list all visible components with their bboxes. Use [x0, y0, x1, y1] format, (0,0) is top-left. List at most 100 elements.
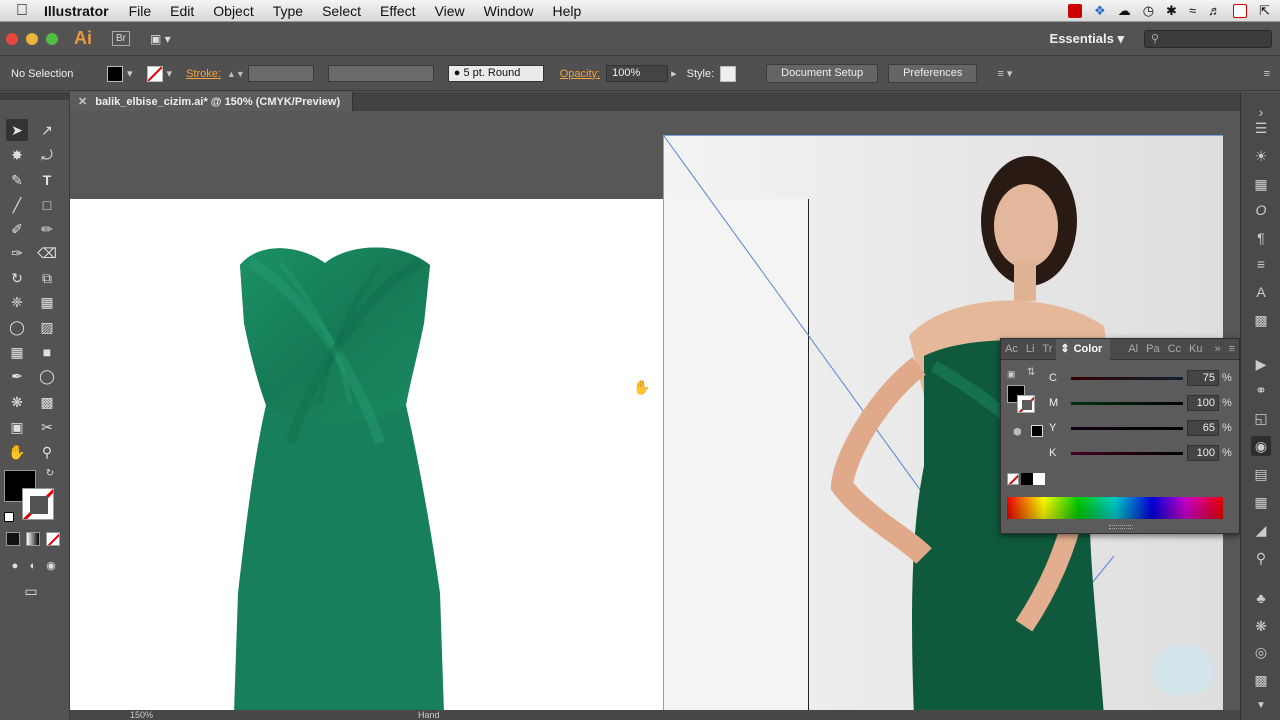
appearance-icon[interactable]: ☀	[1251, 146, 1271, 166]
cyan-track[interactable]	[1071, 376, 1183, 380]
menu-file[interactable]: File	[129, 3, 152, 19]
color-spectrum[interactable]	[1007, 497, 1223, 519]
workspace-switcher[interactable]: Essentials ▾	[1050, 31, 1124, 47]
stroke-label[interactable]: Stroke:	[186, 68, 221, 80]
draw-inside-icon[interactable]: ◉	[40, 555, 62, 577]
apple-menu-icon[interactable]: 	[0, 2, 44, 20]
menu-edit[interactable]: Edit	[170, 3, 194, 19]
slice-tool-icon[interactable]: ✂	[36, 416, 58, 438]
yellow-track[interactable]	[1071, 426, 1183, 430]
panel-expand-icon[interactable]: »	[1210, 343, 1224, 355]
actions-icon[interactable]: ▶	[1251, 354, 1271, 374]
menu-window[interactable]: Window	[484, 3, 534, 19]
zoom-level-field[interactable]: 150%	[130, 710, 153, 720]
direct-selection-tool-icon[interactable]: ↗	[36, 119, 58, 141]
glyphs-icon[interactable]: ▦	[1251, 174, 1271, 194]
toolbox-header[interactable]	[0, 92, 70, 100]
document-tab[interactable]: ✕ balik_elbise_cizim.ai* @ 150% (CMYK/Pre…	[70, 92, 354, 111]
default-colors-icon[interactable]	[4, 512, 14, 522]
layers-icon[interactable]: ☰	[1251, 118, 1271, 138]
cyan-slider[interactable]: C 75 %	[1049, 369, 1239, 387]
black-color-swatch[interactable]	[1021, 473, 1033, 485]
black-value-field[interactable]: 100	[1187, 445, 1219, 461]
menu-app-name[interactable]: Illustrator	[44, 3, 109, 19]
align-panel-icon[interactable]: ▤	[1251, 464, 1271, 484]
preferences-button[interactable]: Preferences	[888, 64, 978, 83]
tab-kuler[interactable]: Ku	[1185, 343, 1206, 355]
flag-icon[interactable]	[1233, 3, 1248, 18]
type-tool-icon[interactable]: T	[36, 169, 58, 191]
graphic-styles-icon[interactable]: ◎	[1251, 642, 1271, 662]
tab-pathfinder[interactable]: Pa	[1142, 343, 1163, 355]
yellow-slider[interactable]: Y 65 %	[1049, 419, 1239, 437]
stroke-weight-field[interactable]	[247, 65, 314, 82]
fullscreen-icon[interactable]: ⇱	[1259, 3, 1270, 19]
magic-wand-tool-icon[interactable]: ✸	[6, 144, 28, 166]
menu-object[interactable]: Object	[213, 3, 253, 19]
arrange-documents-icon[interactable]: ▣ ▾	[150, 32, 171, 46]
align-icon[interactable]: ≡	[1251, 254, 1271, 274]
rectangle-tool-icon[interactable]: □	[36, 194, 58, 216]
closest-color-swatch[interactable]	[1031, 425, 1043, 437]
magenta-value-field[interactable]: 100	[1187, 395, 1219, 411]
symbol-sprayer-tool-icon[interactable]: ❋	[6, 391, 28, 413]
help-search-input[interactable]: ⚲	[1144, 29, 1272, 48]
close-window-button[interactable]	[6, 32, 18, 45]
column-graph-tool-icon[interactable]: ▩	[36, 391, 58, 413]
dropbox-icon[interactable]: ❖	[1094, 3, 1106, 19]
brush-dropdown[interactable]: ● 5 pt. Round	[447, 65, 544, 82]
graphic-style-swatch[interactable]	[720, 65, 737, 82]
bridge-button[interactable]: Br	[112, 31, 130, 46]
color-guide-icon[interactable]: ◢	[1251, 520, 1271, 540]
screen-mode-icon[interactable]: ▭	[20, 580, 42, 602]
selection-tool-icon[interactable]: ➤	[6, 119, 28, 141]
menu-select[interactable]: Select	[322, 3, 361, 19]
character-icon[interactable]: A	[1251, 282, 1271, 302]
panel-resize-handle[interactable]	[1109, 525, 1133, 529]
minimize-window-button[interactable]	[26, 32, 38, 45]
warp-tool-icon[interactable]: ❈	[6, 291, 28, 313]
out-of-gamut-icon[interactable]: ⬢	[1013, 427, 1022, 438]
shape-builder-tool-icon[interactable]: ◯	[6, 316, 28, 338]
line-tool-icon[interactable]: ╱	[6, 194, 28, 216]
zoom-window-button[interactable]	[46, 32, 58, 45]
menu-view[interactable]: View	[435, 3, 465, 19]
gradient-mode-button[interactable]	[26, 532, 40, 546]
paintbrush-tool-icon[interactable]: ✐	[6, 218, 28, 240]
tab-links[interactable]: Li	[1022, 343, 1039, 355]
menu-type[interactable]: Type	[273, 3, 303, 19]
tab-color-guide[interactable]: Cc	[1164, 343, 1185, 355]
control-menu-icon[interactable]: ≡	[1264, 68, 1270, 80]
paragraph-icon[interactable]: ¶	[1251, 228, 1271, 248]
brushes-icon[interactable]: ❋	[1251, 616, 1271, 636]
perspective-grid-tool-icon[interactable]: ▨	[36, 316, 58, 338]
red-app-icon[interactable]	[1068, 3, 1083, 18]
volume-icon[interactable]: ♬	[1208, 3, 1221, 18]
variable-width-dropdown[interactable]	[327, 65, 434, 82]
lasso-tool-icon[interactable]: ⤾	[36, 144, 58, 166]
none-color-swatch[interactable]	[1007, 473, 1019, 485]
links-icon[interactable]: ⚭	[1251, 380, 1271, 400]
cloud-icon[interactable]: ☁	[1118, 3, 1131, 19]
transparency-icon[interactable]: ◱	[1251, 408, 1271, 428]
black-slider[interactable]: K 100 %	[1049, 444, 1239, 462]
scroll-down-icon[interactable]: ▼	[1251, 696, 1271, 716]
color-mode-button[interactable]	[6, 532, 20, 546]
rotate-tool-icon[interactable]: ↻	[6, 267, 28, 289]
swap-fill-stroke-icon[interactable]: ↻	[42, 466, 58, 482]
opacity-label[interactable]: Opacity:	[560, 68, 600, 80]
stroke-dropdown-icon[interactable]: ▾	[167, 67, 173, 80]
status-tool-field[interactable]: Hand	[418, 710, 440, 720]
panel-stroke-swatch[interactable]	[1017, 395, 1035, 413]
time-machine-icon[interactable]: ◷	[1143, 3, 1154, 19]
white-color-swatch[interactable]	[1033, 473, 1045, 485]
cyan-value-field[interactable]: 75	[1187, 370, 1219, 386]
fill-swatch[interactable]	[107, 65, 123, 82]
zoom-tool-icon[interactable]: ⚲	[36, 441, 58, 463]
yellow-value-field[interactable]: 65	[1187, 420, 1219, 436]
artboard-tool-icon[interactable]: ▣	[6, 416, 28, 438]
stroke-swatch[interactable]	[146, 65, 163, 82]
none-mode-button[interactable]	[46, 532, 60, 546]
opentype-icon[interactable]: O	[1251, 200, 1271, 220]
default-fill-stroke-icon[interactable]: ▣	[1007, 369, 1016, 380]
